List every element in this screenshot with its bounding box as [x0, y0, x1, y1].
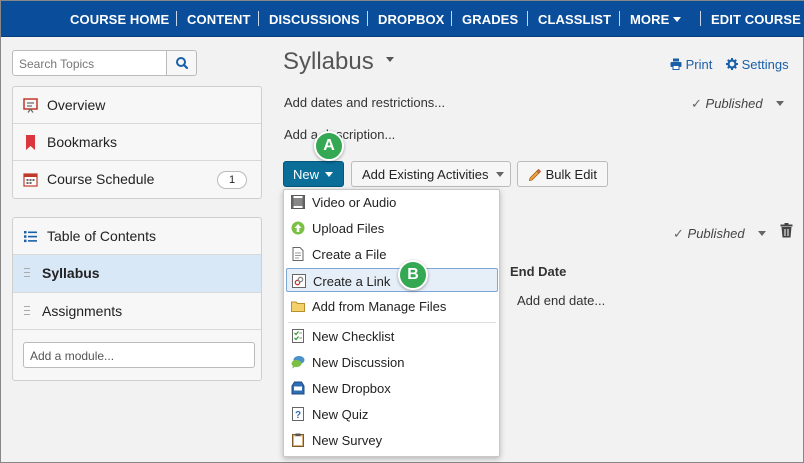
- folder-icon: [291, 301, 305, 312]
- item-published-status[interactable]: ✓ Published: [673, 226, 767, 242]
- nav-grades[interactable]: GRADES: [462, 12, 518, 27]
- add-module-input[interactable]: Add a module...: [23, 342, 255, 368]
- nav-edit-course[interactable]: EDIT COURSE: [711, 12, 801, 27]
- checkmark-icon: ✓: [673, 226, 684, 241]
- add-end-date-link[interactable]: Add end date...: [517, 293, 605, 308]
- table-of-contents-link[interactable]: Table of Contents: [13, 218, 261, 255]
- search-button[interactable]: [166, 50, 197, 76]
- calendar-icon: [23, 173, 38, 187]
- menu-item-add-from-manage-files[interactable]: Add from Manage Files: [286, 294, 498, 318]
- drag-handle-icon[interactable]: [24, 306, 30, 315]
- search-icon: [176, 57, 189, 70]
- drag-handle-icon[interactable]: [24, 268, 30, 277]
- nav-content[interactable]: CONTENT: [187, 12, 251, 27]
- overview-icon: [23, 98, 38, 113]
- new-dropdown-menu: Video or Audio Upload Files Create a Fil…: [283, 189, 500, 457]
- svg-text:?: ?: [295, 410, 301, 421]
- sidebar-item-label: Bookmarks: [47, 134, 118, 150]
- sidebar-item-course-schedule[interactable]: Course Schedule 1: [13, 161, 261, 198]
- sidebar-item-label: Syllabus: [42, 265, 100, 281]
- sidebar-module-assignments[interactable]: Assignments: [13, 293, 261, 330]
- quiz-icon: ?: [292, 407, 304, 421]
- sidebar-item-label: Overview: [47, 97, 106, 113]
- add-dates-link[interactable]: Add dates and restrictions...: [284, 95, 445, 110]
- menu-item-create-a-file[interactable]: Create a File: [286, 242, 498, 266]
- menu-item-new-checklist[interactable]: New Checklist: [286, 324, 498, 348]
- upload-icon: [291, 221, 305, 235]
- nav-course-home[interactable]: COURSE HOME: [70, 12, 169, 27]
- nav-dropbox[interactable]: DROPBOX: [378, 12, 444, 27]
- printer-icon: [670, 58, 682, 70]
- video-icon: [291, 195, 305, 209]
- chevron-down-icon: [758, 231, 767, 237]
- link-icon: [292, 274, 306, 288]
- menu-item-new-discussion[interactable]: New Discussion: [286, 350, 498, 374]
- sidebar-item-label: Assignments: [42, 303, 123, 319]
- menu-item-video-or-audio[interactable]: Video or Audio: [286, 190, 498, 214]
- menu-item-create-a-link[interactable]: Create a Link: [286, 268, 498, 292]
- pencil-icon: [528, 168, 542, 182]
- sidebar-item-label: Table of Contents: [47, 228, 156, 244]
- search-input[interactable]: Search Topics: [12, 50, 167, 76]
- sidebar-toc-panel: Table of Contents Syllabus Assignments A…: [12, 217, 262, 381]
- end-date-header: End Date: [510, 264, 567, 279]
- sidebar-top-panel: Overview Bookmarks Course Schedule 1: [12, 86, 262, 199]
- nav-more[interactable]: MORE: [630, 12, 682, 27]
- title-menu-caret-icon[interactable]: [386, 57, 394, 62]
- chevron-down-icon: [673, 17, 682, 23]
- app-window: COURSE HOME CONTENT DISCUSSIONS DROPBOX …: [0, 0, 804, 463]
- gear-icon: [726, 58, 738, 70]
- chevron-down-icon: [325, 172, 334, 178]
- chevron-down-icon: [496, 172, 505, 178]
- menu-item-new-dropbox[interactable]: New Dropbox: [286, 376, 498, 400]
- published-status[interactable]: ✓ Published: [691, 96, 785, 112]
- trash-icon[interactable]: [780, 223, 793, 238]
- sidebar-item-bookmarks[interactable]: Bookmarks: [13, 124, 261, 161]
- menu-item-new-quiz[interactable]: ? New Quiz: [286, 402, 498, 426]
- callout-b: B: [398, 260, 428, 290]
- new-button[interactable]: New: [283, 161, 344, 187]
- count-badge: 1: [217, 171, 247, 189]
- list-icon: [24, 231, 37, 243]
- menu-item-upload-files[interactable]: Upload Files: [286, 216, 498, 240]
- checklist-icon: [292, 329, 304, 343]
- checkmark-icon: ✓: [691, 96, 702, 111]
- bulk-edit-button[interactable]: Bulk Edit: [517, 161, 608, 187]
- menu-item-new-survey[interactable]: New Survey: [286, 428, 498, 452]
- file-icon: [292, 247, 304, 261]
- sidebar-item-overview[interactable]: Overview: [13, 87, 261, 124]
- page-title: Syllabus: [283, 48, 374, 75]
- sidebar-item-label: Course Schedule: [47, 171, 155, 187]
- dropbox-icon: [291, 381, 305, 395]
- nav-classlist[interactable]: CLASSLIST: [538, 12, 611, 27]
- bookmark-icon: [26, 135, 35, 150]
- nav-discussions[interactable]: DISCUSSIONS: [269, 12, 360, 27]
- top-navigation: COURSE HOME CONTENT DISCUSSIONS DROPBOX …: [1, 1, 804, 37]
- discussion-icon: [291, 356, 305, 369]
- settings-link[interactable]: Settings: [726, 57, 789, 72]
- callout-a: A: [314, 131, 344, 161]
- chevron-down-icon: [776, 101, 785, 107]
- survey-icon: [292, 433, 304, 447]
- add-existing-activities-button[interactable]: Add Existing Activities: [351, 161, 511, 187]
- print-link[interactable]: Print: [670, 57, 712, 72]
- sidebar-module-syllabus[interactable]: Syllabus: [13, 255, 261, 293]
